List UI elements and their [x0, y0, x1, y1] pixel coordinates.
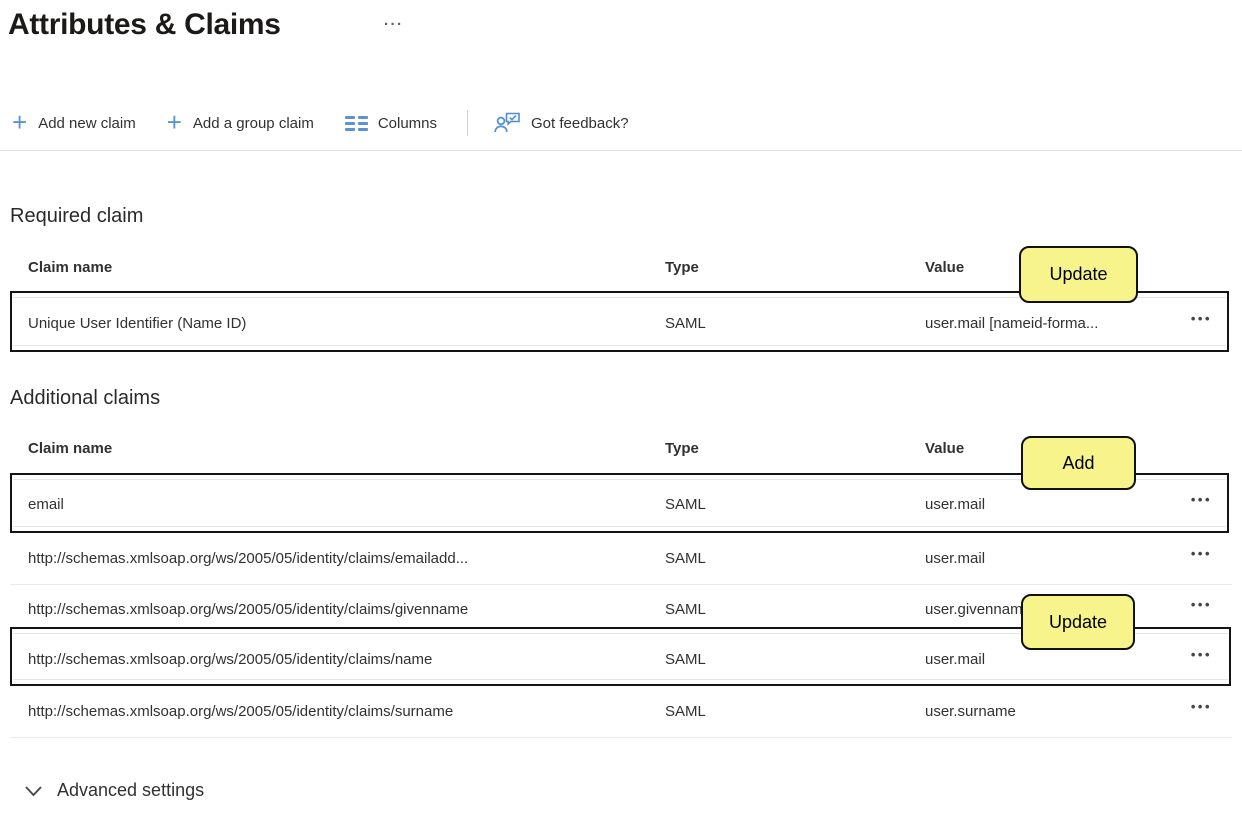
chevron-down-icon: [25, 785, 42, 796]
columns-button[interactable]: Columns: [343, 111, 439, 136]
toolbar-divider-line: [0, 150, 1242, 151]
row-context-menu-icon[interactable]: •••: [1191, 699, 1212, 714]
plus-icon: +: [166, 107, 182, 137]
annotation-callout-update-name: Update: [1021, 594, 1135, 650]
claim-name-cell: http://schemas.xmlsoap.org/ws/2005/05/id…: [28, 703, 454, 720]
required-claim-heading: Required claim: [10, 205, 144, 227]
command-bar: + Add new claim + Add a group claim Colu…: [10, 104, 631, 142]
claim-name-cell: http://schemas.xmlsoap.org/ws/2005/05/id…: [28, 550, 469, 567]
claim-type-cell: SAML: [665, 315, 706, 332]
claim-value-cell: user.surname: [925, 703, 1016, 720]
row-context-menu-icon[interactable]: •••: [1191, 546, 1212, 561]
claim-value-cell: user.mail: [925, 496, 986, 513]
claim-name-cell: http://schemas.xmlsoap.org/ws/2005/05/id…: [28, 601, 469, 618]
row-divider: [10, 584, 1232, 585]
claim-type-cell: SAML: [665, 550, 706, 567]
row-context-menu-icon[interactable]: •••: [1191, 647, 1212, 662]
claim-type-cell: SAML: [665, 703, 706, 720]
add-group-claim-label: Add a group claim: [192, 114, 314, 132]
column-header-type: Type: [665, 440, 699, 457]
claim-type-cell: SAML: [665, 496, 706, 513]
plus-icon: +: [12, 107, 28, 137]
got-feedback-button[interactable]: Got feedback?: [492, 107, 631, 139]
column-header-claim-name: Claim name: [28, 259, 113, 276]
column-header-value: Value: [925, 440, 965, 457]
claim-value-cell: user.mail [nameid-forma...: [925, 315, 1099, 332]
page-title: Attributes & Claims: [8, 8, 281, 41]
column-header-value: Value: [925, 259, 965, 276]
row-context-menu-icon[interactable]: •••: [1191, 311, 1212, 326]
more-options-icon[interactable]: ···: [384, 16, 404, 33]
claim-name-cell: Unique User Identifier (Name ID): [28, 315, 247, 332]
claim-name-cell: email: [28, 496, 64, 513]
add-group-claim-button[interactable]: + Add a group claim: [165, 108, 316, 138]
annotation-callout-add-email: Add: [1021, 436, 1136, 490]
feedback-person-icon: [494, 112, 520, 133]
advanced-settings-label: Advanced settings: [57, 780, 205, 800]
additional-claims-heading: Additional claims: [10, 387, 161, 409]
advanced-settings-toggle[interactable]: Advanced settings: [24, 780, 204, 801]
row-divider: [10, 737, 1232, 738]
claim-value-cell: user.mail: [925, 651, 986, 668]
columns-icon: [344, 115, 368, 131]
claim-type-cell: SAML: [665, 651, 706, 668]
annotation-callout-update-required: Update: [1019, 246, 1138, 303]
claim-value-cell: user.givenname: [925, 601, 1031, 618]
add-new-claim-label: Add new claim: [38, 114, 136, 132]
add-new-claim-button[interactable]: + Add new claim: [10, 108, 138, 138]
column-header-type: Type: [665, 259, 699, 276]
row-context-menu-icon[interactable]: •••: [1191, 492, 1212, 507]
columns-label: Columns: [377, 114, 438, 132]
claim-value-cell: user.mail: [925, 550, 986, 567]
claim-type-cell: SAML: [665, 601, 706, 618]
column-header-claim-name: Claim name: [28, 440, 113, 457]
row-context-menu-icon[interactable]: •••: [1191, 597, 1212, 612]
claim-name-cell: http://schemas.xmlsoap.org/ws/2005/05/id…: [28, 651, 433, 668]
toolbar-divider: [467, 110, 469, 136]
got-feedback-label: Got feedback?: [531, 114, 629, 132]
